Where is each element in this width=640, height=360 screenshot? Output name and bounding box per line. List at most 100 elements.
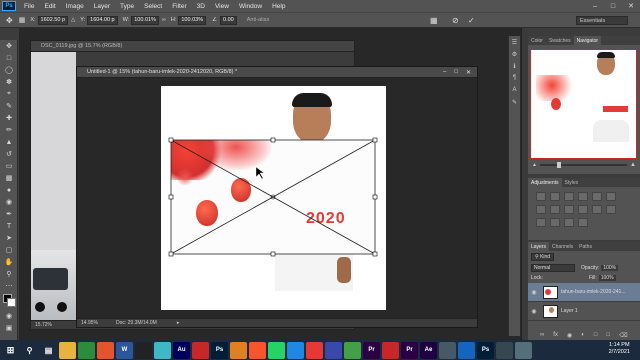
transform-bounding-box[interactable] — [77, 67, 479, 329]
status-arrow-icon[interactable]: ▸ — [177, 320, 180, 326]
opacity-field[interactable]: 100% — [601, 264, 619, 271]
character-icon[interactable]: A — [509, 84, 520, 96]
group-icon[interactable]: □ — [594, 332, 598, 339]
history-icon[interactable]: ☰ — [509, 36, 520, 48]
black-white-icon[interactable] — [550, 205, 560, 214]
taskbar-app-blue-icon[interactable] — [458, 341, 475, 359]
menu-image[interactable]: Image — [61, 3, 89, 10]
zoom-out-icon[interactable]: ▲ — [532, 162, 537, 168]
document-tab-1[interactable]: DSC_0119.jpg @ 15.7% (RGB/8) — [31, 41, 354, 52]
layer-row-2[interactable]: ◉ Layer 1 — [528, 302, 640, 321]
commit-transform-icon[interactable]: ✓ — [468, 16, 475, 25]
menu-window[interactable]: Window — [234, 3, 267, 10]
quick-select-tool-icon[interactable]: ✽ — [0, 76, 18, 88]
tab-swatches[interactable]: Swatches — [546, 36, 574, 45]
taskbar-premiere-icon[interactable]: Pr — [363, 341, 380, 359]
cancel-transform-icon[interactable]: ⊘ — [452, 16, 459, 25]
document-window-2[interactable]: Untitled-1 @ 15% (tahun-baru-imlek-2020-… — [76, 66, 478, 328]
layer-name[interactable]: tahun-baru-imlek-2020-241... — [561, 289, 625, 295]
taskbar-start-icon[interactable]: ⊞ — [2, 341, 19, 359]
taskbar-audition-icon[interactable]: Au — [173, 341, 190, 359]
hue-saturation-icon[interactable] — [606, 192, 616, 201]
mask-icon[interactable]: ◉ — [567, 332, 572, 339]
dodge-tool-icon[interactable]: ◉ — [0, 196, 18, 208]
reference-point-icon[interactable]: ▦ — [19, 16, 26, 24]
menu-edit[interactable]: Edit — [39, 3, 60, 10]
link-icon[interactable]: △ — [71, 17, 75, 23]
zoom-level-1[interactable]: 15.72% — [35, 322, 52, 328]
y-field[interactable]: 1604.00 p — [87, 15, 118, 25]
antialias-label[interactable]: Anti-alias — [247, 17, 270, 23]
info-icon[interactable]: ℹ — [509, 60, 520, 72]
marquee-tool-icon[interactable]: □ — [0, 52, 18, 64]
warp-icon[interactable]: ▦ — [430, 16, 438, 25]
screen-mode-icon[interactable]: ▣ — [0, 322, 18, 334]
taskbar-app-red-icon[interactable] — [382, 341, 399, 359]
posterize-icon[interactable] — [536, 218, 546, 227]
tab-channels[interactable]: Channels — [549, 242, 576, 251]
chain-icon[interactable]: ∞ — [162, 17, 166, 23]
taskbar-brave-icon[interactable] — [249, 341, 266, 359]
width-field[interactable]: 100.01% — [131, 15, 159, 25]
hand-tool-icon[interactable]: ✋ — [0, 256, 18, 268]
taskbar-app-c-icon[interactable] — [287, 341, 304, 359]
taskbar-whatsapp-icon[interactable] — [268, 341, 285, 359]
delete-layer-icon[interactable]: ⌫ — [619, 332, 627, 339]
type-tool-icon[interactable]: T — [0, 220, 18, 232]
pen-tool-icon[interactable]: ✒ — [0, 208, 18, 220]
taskbar-firefox-icon[interactable] — [97, 341, 114, 359]
taskbar-photoshop-icon[interactable]: Ps — [211, 341, 228, 359]
zoom-tool-icon[interactable]: ⚲ — [0, 268, 18, 280]
tab-layers[interactable]: Layers — [528, 242, 550, 251]
taskbar-app-s-icon[interactable] — [325, 341, 342, 359]
paragraph-icon[interactable]: ¶ — [509, 72, 520, 84]
navigator-preview[interactable] — [530, 49, 637, 159]
menu-help[interactable]: Help — [267, 3, 290, 10]
taskbar-photoshop2-icon[interactable]: Ps — [477, 341, 494, 359]
height-field[interactable]: 100.03% — [178, 15, 207, 25]
navigator-zoom-slider[interactable]: ▲ ▲ — [532, 162, 636, 168]
taskbar-media2-icon[interactable] — [192, 341, 209, 359]
tab-navigator[interactable]: Navigator — [573, 36, 602, 45]
tab-paths[interactable]: Paths — [576, 242, 595, 251]
menu-3d[interactable]: 3D — [192, 3, 210, 10]
gradient-map-icon[interactable] — [564, 218, 574, 227]
link-layers-icon[interactable]: ∞ — [540, 332, 544, 339]
layer-name[interactable]: Layer 1 — [561, 308, 578, 314]
invert-icon[interactable] — [606, 205, 616, 214]
menu-file[interactable]: File — [19, 3, 39, 10]
zoom-in-icon[interactable]: ▲ — [630, 162, 636, 168]
taskbar-app-y-icon[interactable] — [515, 341, 532, 359]
taskbar-app-blank-icon[interactable] — [439, 341, 456, 359]
workspace-select[interactable]: Essentials — [576, 16, 628, 25]
brightness-icon[interactable] — [536, 192, 546, 201]
channel-mixer-icon[interactable] — [578, 205, 588, 214]
menu-select[interactable]: Select — [139, 3, 167, 10]
x-field[interactable]: 1602.50 p — [37, 15, 68, 25]
system-clock[interactable]: 1:14 PM 2/7/2021 — [609, 342, 630, 356]
visibility-eye-icon[interactable]: ◉ — [528, 308, 540, 315]
taskbar-word-icon[interactable]: W — [116, 341, 133, 359]
gradient-tool-icon[interactable]: ▩ — [0, 172, 18, 184]
fx-icon[interactable]: fx — [553, 332, 558, 339]
taskbar-premiere2-icon[interactable]: Pr — [401, 341, 418, 359]
path-select-tool-icon[interactable]: ➤ — [0, 232, 18, 244]
taskbar-app-green-icon[interactable] — [344, 341, 361, 359]
history-brush-tool-icon[interactable]: ↺ — [0, 148, 18, 160]
menu-type[interactable]: Type — [115, 3, 139, 10]
taskbar-app-orange-icon[interactable] — [230, 341, 247, 359]
menu-filter[interactable]: Filter — [167, 3, 191, 10]
layer-kind-select[interactable]: ⚲ Kind — [531, 252, 555, 261]
brush-tool-icon[interactable]: ✏ — [0, 124, 18, 136]
properties-icon[interactable]: ⚙ — [509, 48, 520, 60]
layer-row-1[interactable]: ◉ tahun-baru-imlek-2020-241... — [528, 283, 640, 302]
close-icon[interactable]: ✕ — [622, 0, 640, 12]
crop-tool-icon[interactable]: ⌖ — [0, 88, 18, 100]
maximize-icon[interactable]: □ — [604, 0, 622, 12]
color-balance-icon[interactable] — [536, 205, 546, 214]
brush-preset-icon[interactable]: ✎ — [509, 96, 520, 108]
new-layer-icon[interactable]: □ — [606, 332, 610, 339]
minimize-icon[interactable]: – — [586, 0, 604, 12]
exposure-icon[interactable] — [578, 192, 588, 201]
tab-styles[interactable]: Styles — [562, 178, 582, 187]
